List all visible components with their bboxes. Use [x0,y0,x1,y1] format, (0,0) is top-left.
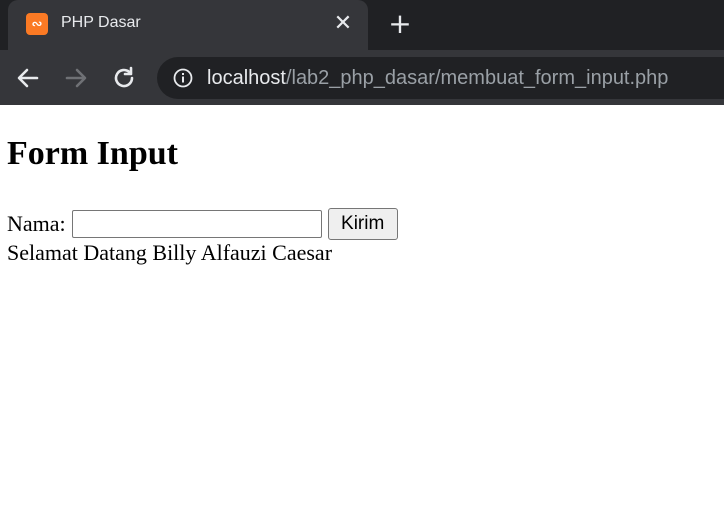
back-arrow-icon[interactable] [14,64,42,92]
url-path: /lab2_php_dasar/membuat_form_input.php [285,67,669,89]
new-tab-button[interactable]: + [386,9,414,39]
kirim-button[interactable]: Kirim [327,208,398,240]
greeting-text: Selamat Datang Billy Alfauzi Caesar [7,240,333,265]
forward-arrow-icon[interactable] [62,64,90,92]
name-form: Nama: Kirim [7,208,398,240]
url-host: localhost [207,67,286,89]
browser-tabstrip: ∾ PHP Dasar ✕ + [0,0,724,50]
url-text: localhost/lab2_php_dasar/membuat_form_in… [207,67,668,90]
nama-label: Nama: [7,211,66,236]
xampp-icon: ∾ [26,13,48,35]
page-content: Form Input Nama: Kirim Selamat Datang Bi… [0,105,724,512]
browser-toolbar: localhost/lab2_php_dasar/membuat_form_in… [0,50,724,105]
tab-title: PHP Dasar [61,14,141,31]
nama-input[interactable] [71,210,322,238]
info-icon[interactable] [173,68,193,88]
address-bar[interactable]: localhost/lab2_php_dasar/membuat_form_in… [157,57,724,99]
page-title: Form Input [7,135,178,172]
close-tab-icon[interactable]: ✕ [332,11,354,37]
reload-icon[interactable] [110,64,138,92]
browser-tab[interactable]: ∾ PHP Dasar ✕ [8,0,368,50]
